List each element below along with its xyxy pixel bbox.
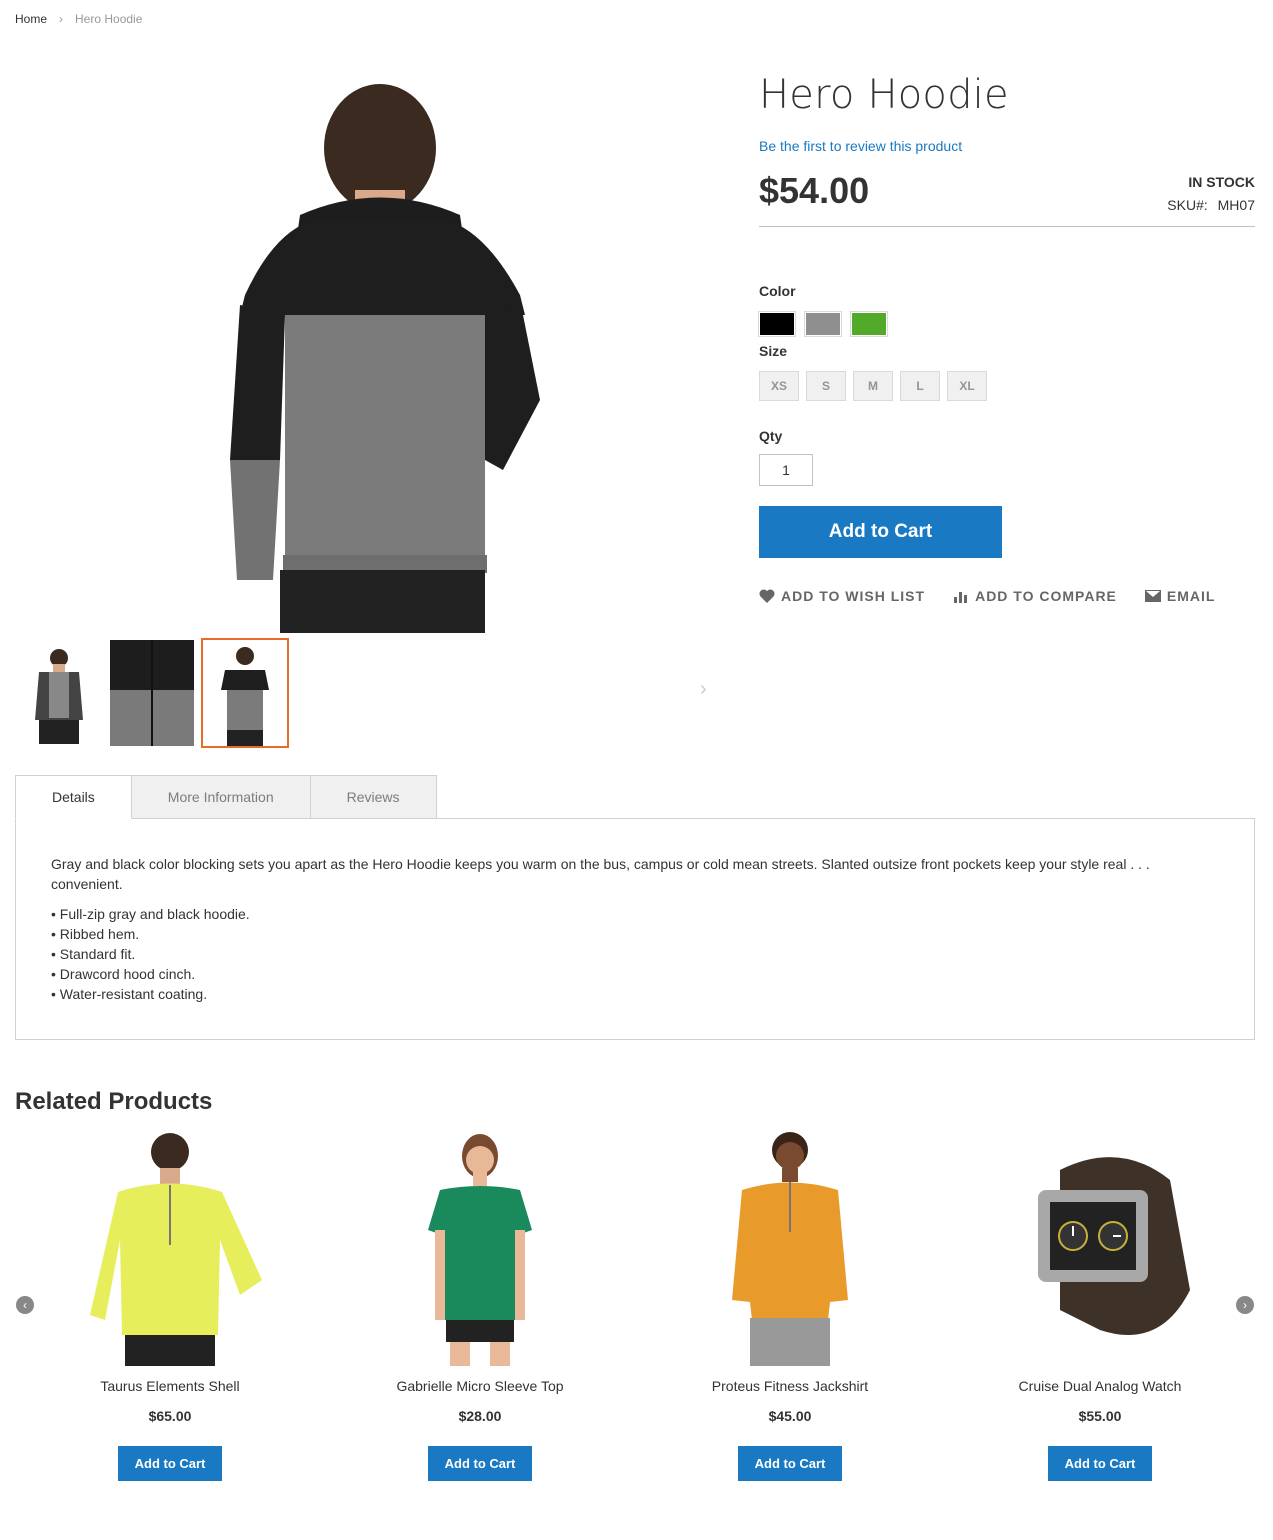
product-price: $55.00 [1078, 1408, 1122, 1424]
wishlist-label: Add to Wish List [781, 588, 926, 604]
add-to-cart-button[interactable]: Add to Cart [759, 506, 1002, 558]
breadcrumb-current: Hero Hoodie [75, 12, 143, 26]
color-swatch-gray[interactable] [804, 311, 842, 337]
product-price: $65.00 [148, 1408, 192, 1424]
feature-item: • Water-resistant coating. [51, 986, 208, 1002]
size-swatches: XS S M L XL [759, 371, 987, 401]
add-to-cart-button[interactable]: Add to Cart [428, 1446, 532, 1481]
thumbnail-back[interactable] [201, 638, 289, 748]
add-to-cart-button[interactable]: Add to Cart [118, 1446, 222, 1481]
product-price: $54.00 [759, 170, 870, 211]
size-swatch-m[interactable]: M [853, 371, 893, 401]
thumbnail-detail[interactable] [108, 638, 196, 748]
related-products-list: Taurus Elements Shell $65.00 Add to Cart… [15, 1130, 1255, 1510]
thumbnail-front[interactable] [15, 638, 103, 748]
related-product-item: Cruise Dual Analog Watch $55.00 Add to C… [945, 1130, 1255, 1481]
sku-label: SKU#: [1167, 197, 1208, 213]
related-product-item: Gabrielle Micro Sleeve Top $28.00 Add to… [325, 1130, 635, 1481]
product-sku: SKU#: MH07 [1167, 197, 1255, 213]
color-swatch-black[interactable] [758, 311, 796, 337]
feature-item: • Drawcord hood cinch. [51, 966, 196, 982]
product-image[interactable] [1000, 1130, 1200, 1366]
email-link[interactable]: Email [1144, 588, 1216, 604]
main-product-image[interactable] [15, 60, 715, 633]
product-image[interactable] [690, 1130, 890, 1366]
breadcrumb-home-link[interactable]: Home [15, 12, 47, 26]
add-to-compare-link[interactable]: Add to Compare [953, 588, 1117, 604]
size-swatch-xs[interactable]: XS [759, 371, 799, 401]
size-swatch-l[interactable]: L [900, 371, 940, 401]
product-description: Gray and black color blocking sets you a… [51, 856, 1150, 892]
gallery-next-icon[interactable]: › [700, 678, 707, 701]
product-tabs: Details More Information Reviews [15, 775, 437, 819]
add-to-wishlist-link[interactable]: Add to Wish List [759, 588, 925, 604]
related-product-item: Taurus Elements Shell $65.00 Add to Cart [15, 1130, 325, 1481]
product-price: $28.00 [458, 1408, 502, 1424]
feature-item: • Ribbed hem. [51, 926, 140, 942]
product-image[interactable] [380, 1130, 580, 1366]
product-actions: Add to Wish List Add to Compare Email [759, 588, 1215, 604]
tab-details[interactable]: Details [15, 775, 132, 819]
page-title: Hero Hoodie [759, 72, 1009, 118]
heart-icon [759, 589, 775, 603]
qty-input[interactable] [759, 454, 813, 486]
tab-more-information[interactable]: More Information [130, 775, 311, 819]
product-name[interactable]: Taurus Elements Shell [15, 1378, 325, 1394]
color-label: Color [759, 283, 796, 299]
details-panel: Gray and black color blocking sets you a… [15, 818, 1255, 1040]
related-product-item: Proteus Fitness Jackshirt $45.00 Add to … [635, 1130, 945, 1481]
size-label: Size [759, 343, 788, 359]
product-name[interactable]: Cruise Dual Analog Watch [945, 1378, 1255, 1394]
product-image[interactable] [70, 1130, 270, 1366]
feature-list: • Full-zip gray and black hoodie. • Ribb… [51, 904, 1219, 1004]
product-price: $45.00 [768, 1408, 812, 1424]
chevron-right-icon: › [59, 12, 64, 26]
color-swatches [758, 311, 888, 337]
compare-icon [954, 592, 968, 603]
email-label: Email [1166, 588, 1216, 604]
size-swatch-s[interactable]: S [806, 371, 846, 401]
envelope-icon [1144, 590, 1161, 602]
divider [759, 226, 1255, 227]
compare-label: Add to Compare [975, 588, 1117, 604]
review-link[interactable]: Be the first to review this product [759, 138, 962, 154]
product-name[interactable]: Proteus Fitness Jackshirt [635, 1378, 945, 1394]
color-swatch-green[interactable] [850, 311, 888, 337]
product-name[interactable]: Gabrielle Micro Sleeve Top [325, 1378, 635, 1394]
size-swatch-xl[interactable]: XL [947, 371, 987, 401]
add-to-cart-button[interactable]: Add to Cart [1048, 1446, 1152, 1481]
sku-value: MH07 [1217, 197, 1255, 213]
add-to-cart-button[interactable]: Add to Cart [738, 1446, 842, 1481]
feature-item: • Full-zip gray and black hoodie. [51, 906, 250, 922]
tab-reviews[interactable]: Reviews [309, 775, 437, 819]
breadcrumb: Home › Hero Hoodie [15, 12, 142, 26]
feature-item: • Standard fit. [51, 946, 136, 962]
related-products-title: Related Products [15, 1088, 213, 1115]
qty-label: Qty [759, 428, 783, 444]
stock-status: In stock [1188, 174, 1255, 190]
thumbnail-strip [15, 638, 289, 748]
